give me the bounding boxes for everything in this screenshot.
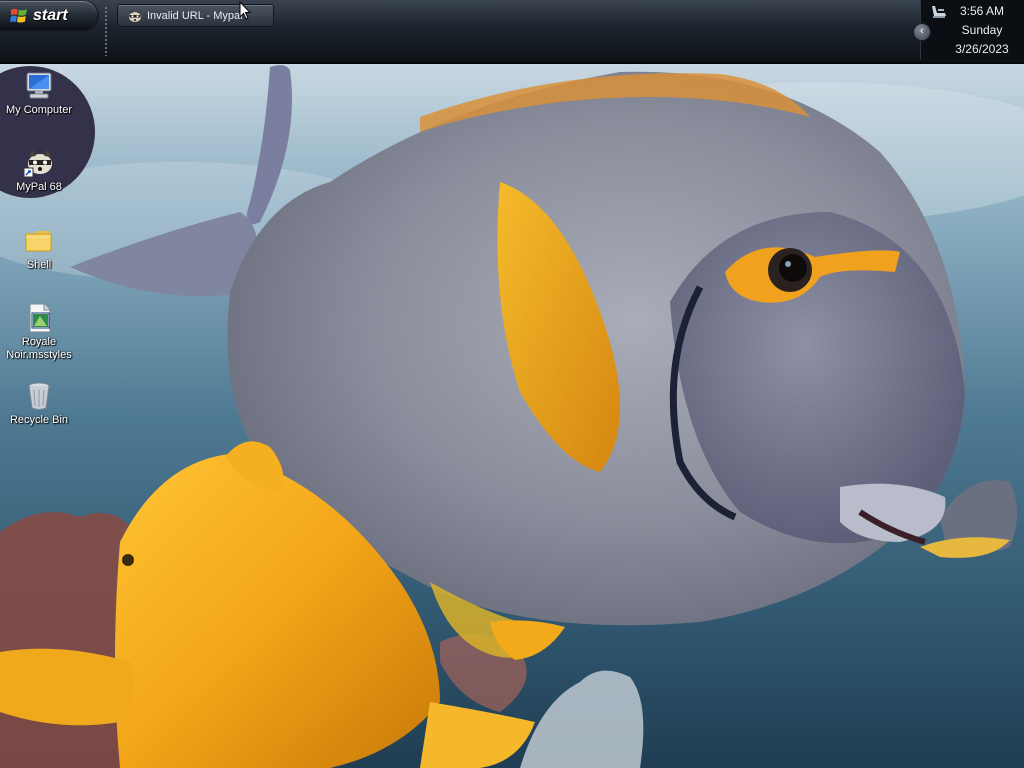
my-computer-icon [26,72,52,99]
recycle-bin-icon [28,382,50,410]
taskbar-button-label: Invalid URL - Mypal [147,9,243,22]
fish-wallpaper-image [0,62,1024,768]
desktop-icon-my-computer[interactable]: My Computer [0,70,78,117]
folder-icon [25,231,52,252]
taskbar-grip[interactable] [104,6,108,56]
tray-collapse-button[interactable]: ‹ [913,23,931,41]
clock-date[interactable]: 3/26/2023 [945,42,1019,56]
start-button[interactable]: start [0,1,97,30]
desktop-icon-mypal[interactable]: MyPal 68 [0,147,78,194]
desktop-icon-label: MyPal 68 [16,181,62,193]
desktop-icon-label: My Computer [5,104,73,116]
desktop-icon-label: Recycle Bin [9,414,69,426]
desktop-icon-royale-noir[interactable]: Royale Noir.msstyles [0,302,78,362]
mypal-raccoon-icon [129,9,141,22]
clock-time[interactable]: 3:56 AM [945,4,1019,18]
windows-logo-icon [10,8,27,23]
desktop-icon-label: Royale Noir.msstyles [6,336,72,361]
desktop-icon-label: Shell [26,259,52,271]
desktop-wallpaper[interactable] [0,62,1024,768]
clock-day[interactable]: Sunday [945,23,1019,37]
desktop-icon-shell[interactable]: Shell [0,225,78,272]
mypal-browser-icon [23,149,52,178]
start-label: start [33,6,68,24]
desktop-icon-recycle-bin[interactable]: Recycle Bin [0,380,78,427]
taskbar: start Invalid URL - Mypal ‹ 3:56 AM Sund… [0,0,1024,64]
mouse-cursor-icon [239,1,251,20]
msstyles-file-icon [29,303,51,333]
